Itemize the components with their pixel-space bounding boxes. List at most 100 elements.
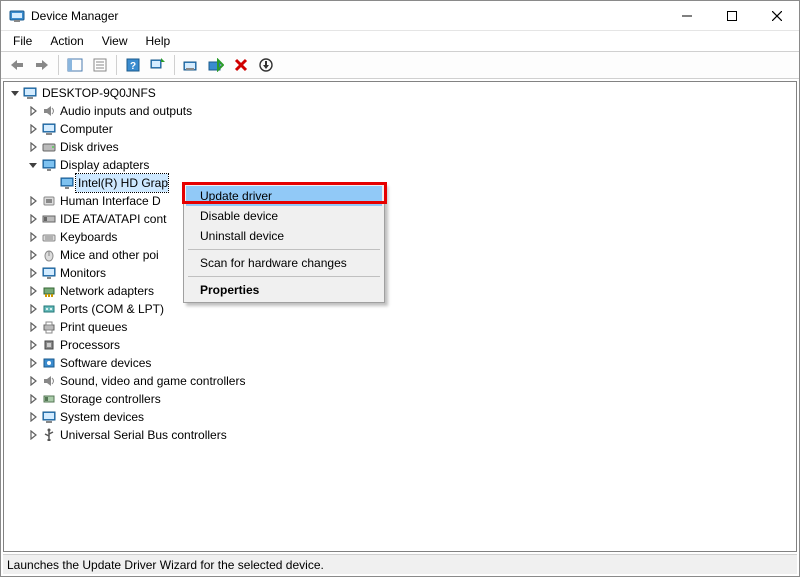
menu-help[interactable]: Help (138, 32, 179, 50)
tree-item-4[interactable]: Human Interface D (8, 192, 796, 210)
tree-item-17[interactable]: Universal Serial Bus controllers (8, 426, 796, 444)
close-button[interactable] (754, 1, 799, 30)
expand-toggle-icon[interactable] (8, 86, 22, 100)
expand-toggle-icon[interactable] (26, 104, 40, 118)
expand-toggle-icon[interactable] (26, 374, 40, 388)
back-button[interactable] (5, 54, 29, 76)
expand-toggle-icon[interactable] (26, 392, 40, 406)
monitor-icon (40, 266, 58, 280)
print-icon (40, 320, 58, 334)
expand-toggle-icon[interactable] (26, 356, 40, 370)
tree-item-5[interactable]: IDE ATA/ATAPI cont (8, 210, 796, 228)
display-icon (40, 158, 58, 172)
expand-toggle-icon[interactable] (26, 230, 40, 244)
software-icon (40, 356, 58, 370)
tree-item-label: Monitors (58, 264, 106, 282)
tree-item-label: Print queues (58, 318, 127, 336)
expand-toggle-icon[interactable] (26, 212, 40, 226)
uninstall-button[interactable] (229, 54, 253, 76)
help-button[interactable]: ? (121, 54, 145, 76)
tree-item-10[interactable]: Ports (COM & LPT) (8, 300, 796, 318)
ports-icon (40, 302, 58, 316)
menu-file[interactable]: File (5, 32, 40, 50)
context-menu-separator (188, 249, 380, 250)
context-menu-item-2[interactable]: Uninstall device (186, 226, 382, 246)
context-menu-item-4[interactable]: Scan for hardware changes (186, 253, 382, 273)
tree-item-9[interactable]: Network adapters (8, 282, 796, 300)
expand-toggle-icon[interactable] (26, 320, 40, 334)
tree-item-label: Ports (COM & LPT) (58, 300, 164, 318)
tree-item-3[interactable]: Display adapters (8, 156, 796, 174)
tree-item-label: Universal Serial Bus controllers (58, 426, 227, 444)
expand-toggle-icon[interactable] (26, 158, 40, 172)
menu-view[interactable]: View (94, 32, 136, 50)
device-tree-pane: DESKTOP-9Q0JNFSAudio inputs and outputsC… (3, 81, 797, 552)
disk-icon (40, 140, 58, 154)
tree-item-label: Network adapters (58, 282, 154, 300)
tree-item-label: Disk drives (58, 138, 119, 156)
tree-item-14[interactable]: Sound, video and game controllers (8, 372, 796, 390)
expand-toggle-icon[interactable] (26, 428, 40, 442)
expand-toggle-icon[interactable] (26, 248, 40, 262)
tree-item-label: Sound, video and game controllers (58, 372, 245, 390)
context-menu-item-0[interactable]: Update driver (186, 186, 382, 206)
tree-root[interactable]: DESKTOP-9Q0JNFS (8, 84, 796, 102)
hid-icon (40, 194, 58, 208)
mouse-icon (40, 248, 58, 262)
audio-icon (40, 104, 58, 118)
properties-button[interactable] (88, 54, 112, 76)
default-action-button[interactable] (254, 54, 278, 76)
toolbar-separator (174, 55, 175, 75)
menu-action[interactable]: Action (42, 32, 91, 50)
tree-item-label: Processors (58, 336, 120, 354)
sound-icon (40, 374, 58, 388)
tree-item-2[interactable]: Disk drives (8, 138, 796, 156)
expand-toggle-icon[interactable] (26, 302, 40, 316)
statusbar: Launches the Update Driver Wizard for th… (3, 554, 797, 574)
maximize-button[interactable] (709, 1, 754, 30)
tree-item-11[interactable]: Print queues (8, 318, 796, 336)
toolbar: ? (1, 51, 799, 79)
computer-root-icon (22, 86, 40, 100)
tree-item-13[interactable]: Software devices (8, 354, 796, 372)
expand-toggle-icon[interactable] (26, 122, 40, 136)
update-driver-button[interactable] (179, 54, 203, 76)
tree-child-3-0[interactable]: Intel(R) HD Grap (8, 174, 796, 192)
scan-hardware-button[interactable] (146, 54, 170, 76)
disable-button[interactable] (204, 54, 228, 76)
tree-item-16[interactable]: System devices (8, 408, 796, 426)
expand-toggle-icon[interactable] (26, 338, 40, 352)
tree-item-0[interactable]: Audio inputs and outputs (8, 102, 796, 120)
tree-item-label: Keyboards (58, 228, 117, 246)
toolbar-separator (58, 55, 59, 75)
storage-icon (40, 392, 58, 406)
svg-text:?: ? (130, 61, 136, 72)
tree-item-8[interactable]: Monitors (8, 264, 796, 282)
context-menu-item-6[interactable]: Properties (186, 280, 382, 300)
tree-item-label: DESKTOP-9Q0JNFS (40, 84, 156, 102)
titlebar: Device Manager (1, 1, 799, 31)
context-menu-item-1[interactable]: Disable device (186, 206, 382, 226)
device-tree[interactable]: DESKTOP-9Q0JNFSAudio inputs and outputsC… (4, 82, 796, 444)
tree-item-label: Software devices (58, 354, 151, 372)
forward-button[interactable] (30, 54, 54, 76)
expand-toggle-icon[interactable] (26, 194, 40, 208)
expand-toggle-icon[interactable] (26, 284, 40, 298)
window-title: Device Manager (31, 9, 118, 23)
tree-item-label: System devices (58, 408, 144, 426)
expand-toggle-icon[interactable] (26, 140, 40, 154)
minimize-button[interactable] (664, 1, 709, 30)
show-hide-tree-button[interactable] (63, 54, 87, 76)
expand-toggle-icon[interactable] (44, 176, 58, 190)
expand-toggle-icon[interactable] (26, 410, 40, 424)
tree-item-12[interactable]: Processors (8, 336, 796, 354)
tree-item-15[interactable]: Storage controllers (8, 390, 796, 408)
tree-item-6[interactable]: Keyboards (8, 228, 796, 246)
expand-toggle-icon[interactable] (26, 266, 40, 280)
menubar: File Action View Help (1, 31, 799, 51)
keyboard-icon (40, 230, 58, 244)
tree-item-label: Mice and other poi (58, 246, 159, 264)
tree-item-label: Storage controllers (58, 390, 161, 408)
tree-item-7[interactable]: Mice and other poi (8, 246, 796, 264)
tree-item-1[interactable]: Computer (8, 120, 796, 138)
